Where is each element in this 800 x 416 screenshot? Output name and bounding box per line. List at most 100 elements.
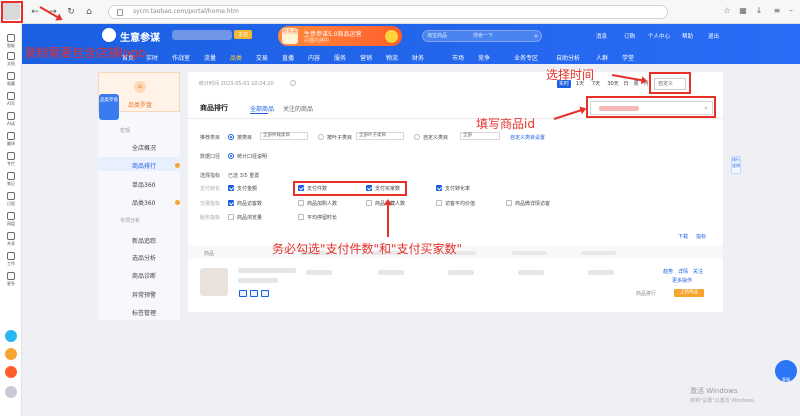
menu-item-selection[interactable]: 选品分析 (132, 253, 156, 262)
leaf-category-select[interactable]: 全部叶子类目 (356, 132, 404, 140)
range-30day[interactable]: 30天 (606, 80, 620, 88)
product-tool-icon[interactable] (250, 290, 258, 297)
checkbox-stay-time[interactable] (298, 214, 304, 220)
sidebar-item[interactable]: 网盘 (0, 212, 22, 227)
header-link-help[interactable]: 帮助 (682, 32, 693, 40)
nav-service[interactable]: 服务 (334, 53, 346, 62)
checkbox-pageviews[interactable] (228, 214, 234, 220)
radio-scope[interactable] (228, 153, 234, 159)
nav-logistics[interactable]: 物流 (386, 53, 398, 62)
nav-selfanalysis[interactable]: 自助分析 (556, 53, 580, 62)
sidebar-item[interactable]: 收藏 (0, 72, 22, 87)
checkbox-fav-users[interactable] (366, 200, 372, 206)
sidebar-item[interactable]: AI读 (0, 112, 22, 127)
nav-trade[interactable]: 交易 (256, 53, 268, 62)
checkbox-cart-users[interactable] (298, 200, 304, 206)
rank-explain-tab[interactable]: 排行说明 (731, 156, 741, 174)
extension-icon[interactable]: ▦ (738, 6, 748, 16)
nav-business[interactable]: 业务专区 (514, 53, 538, 62)
nav-category[interactable]: 品类 (230, 53, 242, 62)
checkbox-visitors[interactable] (228, 200, 234, 206)
sidebar-item[interactable]: AI写 (0, 92, 22, 107)
app-icon[interactable] (5, 330, 17, 342)
back-icon[interactable]: ← (30, 7, 40, 17)
nav-crowd[interactable]: 人群 (596, 53, 608, 62)
checkbox-conversion[interactable] (436, 185, 442, 191)
reload-icon[interactable]: ↻ (66, 7, 76, 17)
radio-category[interactable] (228, 134, 234, 140)
new-product-button[interactable]: 上新商品 (674, 289, 704, 297)
search-icon[interactable]: ⌕ (534, 32, 538, 41)
app-icon[interactable] (5, 348, 17, 360)
nav-live[interactable]: 直播 (282, 53, 294, 62)
nav-traffic[interactable]: 流量 (204, 53, 216, 62)
metric-count[interactable]: 已选 3/5 重置 (228, 172, 259, 179)
nav-finance[interactable]: 财务 (412, 53, 424, 62)
header-link-messages[interactable]: 消息 (596, 32, 607, 40)
sidebar-item[interactable]: 共享 (0, 232, 22, 247)
nav-content[interactable]: 内容 (308, 53, 320, 62)
refresh-icon[interactable] (290, 80, 296, 86)
home-icon[interactable]: ⌂ (84, 7, 94, 17)
menu-item-diagnosis[interactable]: 商品诊断 (132, 271, 156, 280)
nav-marketing[interactable]: 营销 (360, 53, 372, 62)
menu-item-new-product[interactable]: 新品追踪 (132, 236, 156, 245)
range-week[interactable]: 周 (632, 80, 640, 88)
menu-item-overview[interactable]: 全店概况 (132, 143, 156, 152)
sidebar-item[interactable]: 更多 (0, 272, 22, 287)
menu-icon[interactable]: ≡ (772, 6, 782, 16)
sidebar-item[interactable]: 专栏 (0, 152, 22, 167)
row-action-more[interactable]: 更多操作 (672, 277, 692, 284)
tab-all-products[interactable]: 全部商品 (250, 104, 274, 113)
category-select[interactable]: 全部终端类目 (260, 132, 308, 140)
checkbox-pay-amount[interactable] (228, 185, 234, 191)
nav-realtime[interactable]: 实时 (146, 53, 158, 62)
menu-item-category-360[interactable]: 品类360 (132, 198, 155, 207)
header-link-orders[interactable]: 订购 (624, 32, 635, 40)
product-tool-icon[interactable] (261, 290, 269, 297)
nav-market[interactable]: 市场 (452, 53, 464, 62)
checkbox-micro-visitors[interactable] (506, 200, 512, 206)
star-icon[interactable]: ☆ (722, 6, 732, 16)
sidebar-item[interactable]: 文档 (0, 52, 22, 67)
avatar[interactable] (5, 386, 17, 398)
menu-item-product-rank[interactable]: 商品排行 (132, 161, 156, 170)
nav-warroom[interactable]: 作战室 (172, 53, 190, 62)
header-link-logout[interactable]: 退出 (708, 32, 719, 40)
floating-shortcut[interactable]: 品类罗盘 (99, 94, 119, 120)
sidebar-item[interactable]: 日程 (0, 192, 22, 207)
checkbox-avg-value[interactable] (436, 200, 442, 206)
nav-competition[interactable]: 竞争 (478, 53, 490, 62)
menu-item-tags[interactable]: 标签管理 (132, 308, 156, 317)
header-link-profile[interactable]: 个人中心 (648, 32, 670, 40)
download-link[interactable]: 下载 (678, 233, 688, 240)
custom-category-link[interactable]: 自定义类目设置 (510, 134, 545, 141)
sidebar-item[interactable]: 笔记 (0, 172, 22, 187)
search-scope[interactable]: 淘宝商品 (427, 32, 447, 39)
product-tool-icon[interactable] (239, 290, 247, 297)
radio-custom-category[interactable] (414, 134, 420, 140)
metrics-link[interactable]: 指标 (696, 233, 706, 240)
customer-service-button[interactable]: 客服 (775, 360, 797, 382)
address-bar[interactable]: sycm.taobao.com/portal/home.htm (108, 5, 668, 19)
row-action-follow[interactable]: 关注 (693, 268, 703, 275)
download-icon[interactable]: ↓ (754, 6, 764, 16)
row-action-trend[interactable]: 趋势 (663, 268, 673, 275)
radio-leaf-category[interactable] (318, 134, 324, 140)
sidebar-icon (7, 152, 15, 160)
app-icon[interactable] (5, 366, 17, 378)
menu-item-alert[interactable]: 异常预警 (132, 290, 156, 299)
minimize-icon[interactable]: – (786, 6, 796, 16)
header-search[interactable]: 淘宝商品 搜索一下 ⌕ (422, 30, 542, 42)
range-day[interactable]: 日 (622, 80, 630, 88)
promo-banner[interactable]: 抢先看 生意参谋5.0商品运营 兴趣内测中 (278, 26, 402, 46)
product-thumbnail[interactable] (200, 268, 228, 296)
sidebar-item[interactable]: 翻译 (0, 132, 22, 147)
custom-category-select[interactable]: 全部 (460, 132, 500, 140)
menu-item-single-360[interactable]: 单品360 (132, 180, 155, 189)
sidebar-item[interactable]: 工作 (0, 252, 22, 267)
row-action-detail[interactable]: 详情 (678, 268, 688, 275)
sidebar-item[interactable]: 智能 (0, 34, 22, 49)
nav-school[interactable]: 学堂 (622, 53, 634, 62)
tab-followed-products[interactable]: 关注的商品 (283, 104, 313, 113)
